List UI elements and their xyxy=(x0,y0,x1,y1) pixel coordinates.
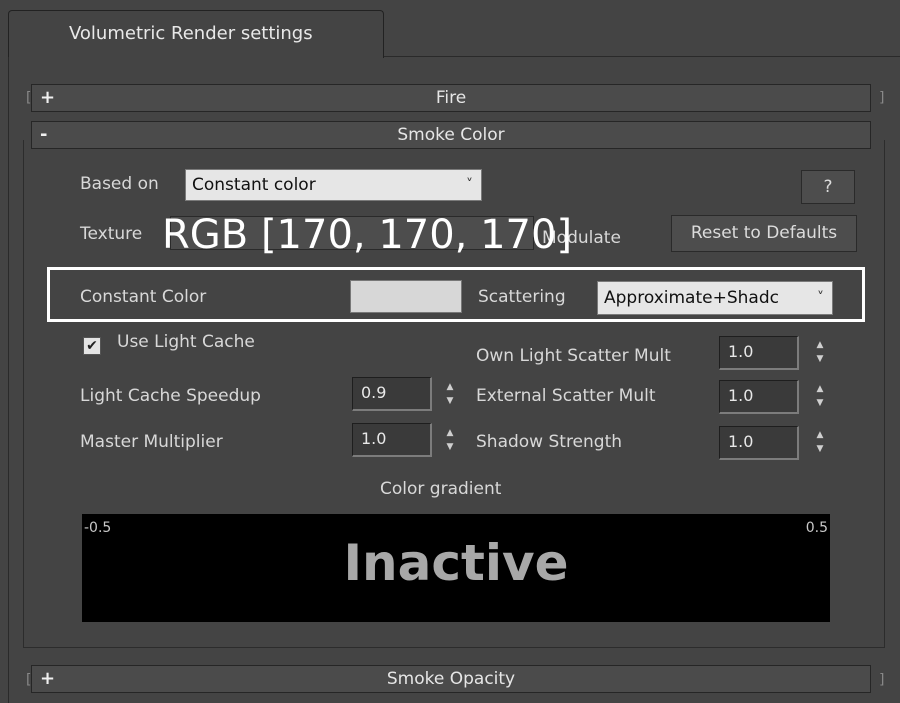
texture-label: Texture xyxy=(80,224,143,244)
light-cache-speedup-input[interactable]: 0.9 xyxy=(352,377,432,411)
help-button[interactable]: ? xyxy=(801,170,855,204)
own-light-scatter-input[interactable]: 1.0 xyxy=(719,336,799,370)
external-scatter-label: External Scatter Mult xyxy=(476,386,656,406)
master-multiplier-value: 1.0 xyxy=(361,429,387,448)
scattering-dropdown[interactable]: Approximate+Shadc ˅ xyxy=(597,281,833,315)
rollout-fire-header[interactable]: + Fire xyxy=(31,84,871,112)
own-light-scatter-label: Own Light Scatter Mult xyxy=(476,346,671,366)
checkmark-icon: ✔ xyxy=(86,338,98,354)
shadow-strength-label: Shadow Strength xyxy=(476,432,623,452)
color-gradient-widget[interactable]: -0.5 0.5 Inactive xyxy=(82,514,830,622)
rollout-smoke-opacity-title: Smoke Opacity xyxy=(386,669,516,689)
panel-left-border xyxy=(8,57,9,703)
shadow-strength-input[interactable]: 1.0 xyxy=(719,426,799,460)
rollout-smoke-opacity-header[interactable]: + Smoke Opacity xyxy=(31,665,871,693)
spinner-down-icon: ▼ xyxy=(816,444,824,454)
spinner-down-icon: ▼ xyxy=(816,398,824,408)
master-multiplier-label: Master Multiplier xyxy=(80,432,223,452)
based-on-value: Constant color xyxy=(192,175,316,195)
light-cache-speedup-spinner[interactable]: ▲ ▼ xyxy=(443,380,457,410)
shadow-strength-value: 1.0 xyxy=(728,432,754,451)
spinner-down-icon: ▼ xyxy=(446,396,454,406)
based-on-label: Based on xyxy=(80,174,159,194)
scattering-value: Approximate+Shadc xyxy=(604,288,779,308)
spinner-up-icon: ▲ xyxy=(816,430,824,440)
use-light-cache-label: Use Light Cache xyxy=(117,332,255,352)
reset-to-defaults-button[interactable]: Reset to Defaults xyxy=(671,215,857,252)
spinner-down-icon: ▼ xyxy=(816,354,824,364)
shadow-strength-spinner[interactable]: ▲ ▼ xyxy=(813,428,827,458)
chevron-down-icon: ˅ xyxy=(813,282,824,314)
scattering-label: Scattering xyxy=(478,287,566,307)
rollout-right-bracket: ] xyxy=(879,672,885,688)
reset-button-label: Reset to Defaults xyxy=(690,223,838,243)
external-scatter-value: 1.0 xyxy=(728,386,754,405)
based-on-dropdown[interactable]: Constant color ˅ xyxy=(185,169,482,201)
external-scatter-input[interactable]: 1.0 xyxy=(719,380,799,414)
spinner-up-icon: ▲ xyxy=(816,384,824,394)
constant-color-swatch[interactable] xyxy=(350,280,462,313)
rollout-right-bracket: ] xyxy=(879,90,885,106)
tab-label: Volumetric Render settings xyxy=(69,23,313,44)
master-multiplier-spinner[interactable]: ▲ ▼ xyxy=(443,426,457,456)
rollout-fire-title: Fire xyxy=(435,88,467,108)
light-cache-speedup-label: Light Cache Speedup xyxy=(80,386,261,406)
rgb-annotation: RGB [170, 170, 170] xyxy=(162,212,573,258)
spinner-up-icon: ▲ xyxy=(816,340,824,350)
own-light-scatter-value: 1.0 xyxy=(728,342,754,361)
color-gradient-label: Color gradient xyxy=(380,479,502,499)
light-cache-speedup-value: 0.9 xyxy=(361,383,387,402)
use-light-cache-checkbox[interactable]: ✔ xyxy=(83,337,101,355)
expand-icon: + xyxy=(40,87,56,108)
tab-volumetric-render-settings[interactable]: Volumetric Render settings xyxy=(8,10,384,58)
help-button-label: ? xyxy=(823,177,833,197)
spinner-down-icon: ▼ xyxy=(446,442,454,452)
external-scatter-spinner[interactable]: ▲ ▼ xyxy=(813,382,827,412)
expand-icon: + xyxy=(40,668,56,689)
master-multiplier-input[interactable]: 1.0 xyxy=(352,423,432,457)
gradient-status-text: Inactive xyxy=(343,534,569,592)
own-light-scatter-spinner[interactable]: ▲ ▼ xyxy=(813,338,827,368)
chevron-down-icon: ˅ xyxy=(466,177,473,193)
constant-color-label: Constant Color xyxy=(80,287,207,307)
spinner-up-icon: ▲ xyxy=(446,382,454,392)
spinner-up-icon: ▲ xyxy=(446,428,454,438)
tab-divider xyxy=(384,56,900,57)
